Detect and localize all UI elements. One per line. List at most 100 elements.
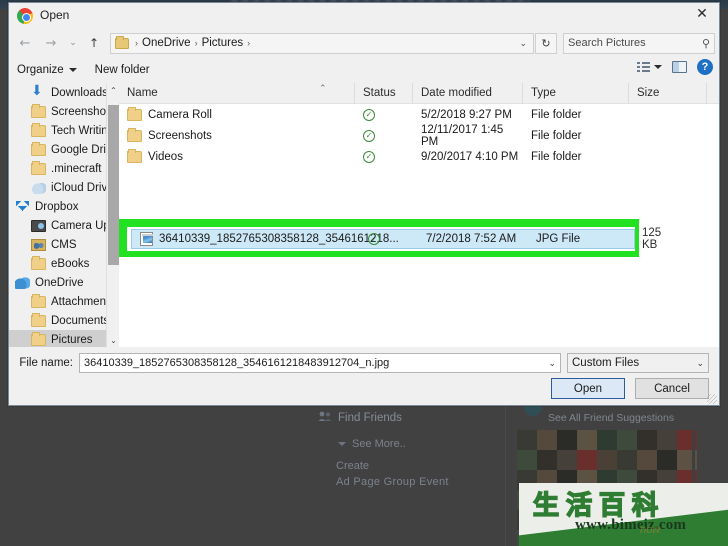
resize-grip[interactable] xyxy=(707,394,717,404)
watermark-ghost-text: now xyxy=(640,524,661,536)
photo-tile xyxy=(657,430,677,450)
photo-tile xyxy=(637,450,657,470)
dialog-body: Downloads📌⌃Screenshots📌Tech Writing📌Goog… xyxy=(9,82,719,347)
column-header-type[interactable]: Type xyxy=(523,82,629,104)
photo-tile xyxy=(557,450,577,470)
file-name-row: File name: 36410339_1852765308358128_354… xyxy=(19,353,709,373)
search-input-value: Search Pictures xyxy=(568,37,646,49)
table-row[interactable]: Camera Roll ✓ 5/2/2018 9:27 PM File folder xyxy=(119,104,719,125)
change-view-button[interactable] xyxy=(637,61,662,73)
up-one-level-icon[interactable]: ↑ xyxy=(83,32,105,54)
search-icon: ⚲ xyxy=(701,37,710,50)
file-type-dropdown-icon: ⌄ xyxy=(696,357,704,368)
folder-icon xyxy=(127,148,142,163)
cell-type: File folder xyxy=(531,129,582,142)
file-type-filter-select[interactable]: Custom Files ⌄ xyxy=(567,353,709,373)
sync-status-icon: ✓ xyxy=(363,129,375,142)
breadcrumb-separator-1: › xyxy=(194,38,198,48)
cell-type: File folder xyxy=(531,150,582,163)
column-header-size[interactable]: Size xyxy=(629,82,707,104)
navpane-item-pictures[interactable]: Pictures xyxy=(9,330,119,347)
navpane-item-minecraft[interactable]: .minecraft📌 xyxy=(9,159,119,178)
back-icon[interactable]: ← xyxy=(13,32,37,54)
dialog-footer: File name: 36410339_1852765308358128_354… xyxy=(9,347,719,405)
cancel-button[interactable]: Cancel xyxy=(635,378,709,399)
photo-tile xyxy=(577,430,597,450)
column-headers: Name Status Date modified Type Size xyxy=(119,82,719,104)
background-left-column: Find Friends See More.. Create Ad Page G… xyxy=(318,400,515,546)
table-row[interactable]: Videos ✓ 9/20/2017 4:10 PM File folder xyxy=(119,146,719,167)
friend-suggestions-link[interactable]: See All Friend Suggestions xyxy=(548,412,674,424)
folder-icon xyxy=(31,141,46,156)
folder-icon xyxy=(127,127,142,142)
column-header-status[interactable]: Status xyxy=(355,82,413,104)
photo-tile xyxy=(617,430,637,450)
table-row[interactable]: Screenshots ✓ 12/11/2017 1:45 PM File folde… xyxy=(119,124,719,148)
find-friends-link[interactable]: Find Friends xyxy=(338,412,402,424)
file-type-filter-value: Custom Files xyxy=(572,357,640,369)
folder-icon xyxy=(31,103,46,118)
sync-status-icon: ✓ xyxy=(368,233,380,245)
see-more-link[interactable]: See More.. xyxy=(352,438,406,450)
selected-file-row[interactable]: 36410339_1852765308358128_3546161218... ✓… xyxy=(131,227,661,251)
download-icon xyxy=(31,83,46,99)
navpane-scrollbar[interactable]: ⌃ ⌄ xyxy=(106,83,119,347)
navpane-item-dropbox[interactable]: Dropbox xyxy=(9,197,119,216)
breadcrumb-item-onedrive[interactable]: OneDrive xyxy=(142,37,191,49)
chevron-down-icon xyxy=(68,68,77,72)
breadcrumb-item-pictures[interactable]: Pictures xyxy=(202,37,244,49)
cell-date-modified: 9/20/2017 4:10 PM xyxy=(421,150,519,163)
recent-locations-icon[interactable]: ⌄ xyxy=(65,32,81,54)
folder-icon xyxy=(31,122,46,137)
navpane-item-onedrive[interactable]: OneDrive xyxy=(9,273,119,292)
navigation-pane-items: Downloads📌⌃Screenshots📌Tech Writing📌Goog… xyxy=(9,83,119,347)
photo-tile xyxy=(617,450,637,470)
organize-button[interactable]: Organize xyxy=(17,64,77,76)
open-button[interactable]: Open xyxy=(551,378,625,399)
scroll-down-icon[interactable]: ⌄ xyxy=(107,333,119,347)
create-links[interactable]: Ad Page Group Event xyxy=(336,476,449,488)
cell-status: ✓ xyxy=(355,108,413,121)
navpane-item-attachments[interactable]: Attachments xyxy=(9,292,119,311)
navpane-item-ebooks[interactable]: eBooks xyxy=(9,254,119,273)
navpane-item-downloads[interactable]: Downloads📌⌃ xyxy=(9,83,119,102)
close-icon[interactable]: ✕ xyxy=(685,3,719,25)
cell-date-modified: 7/2/2018 7:52 AM xyxy=(426,233,517,245)
navpane-item-icloud-drive[interactable]: iCloud Drive📌 xyxy=(9,178,119,197)
navpane-item-camera-uploads[interactable]: Camera Uploads xyxy=(9,216,119,235)
scroll-up-icon[interactable]: ⌃ xyxy=(107,83,119,97)
view-list-icon xyxy=(637,61,650,73)
navpane-item-cms[interactable]: CMS xyxy=(9,235,119,254)
scrollbar-thumb[interactable] xyxy=(108,105,119,265)
file-name-text: Videos xyxy=(148,150,183,163)
search-input[interactable]: Search Pictures ⚲ xyxy=(563,32,715,54)
navigation-bar: ← → ⌄ ↑ › OneDrive › Pictures › ⌄ ↻ Sear… xyxy=(9,29,719,57)
breadcrumb[interactable]: › OneDrive › Pictures › ⌄ xyxy=(110,32,534,54)
column-header-date-modified[interactable]: Date modified xyxy=(413,82,523,104)
file-name-dropdown-icon[interactable]: ⌄ xyxy=(544,358,556,369)
navpane-item-tech-writing[interactable]: Tech Writing📌 xyxy=(9,121,119,140)
photo-tile xyxy=(517,450,537,470)
file-name-text: Screenshots xyxy=(148,129,212,142)
forward-icon[interactable]: → xyxy=(39,32,63,54)
folder-icon xyxy=(31,160,46,175)
navigation-pane: Downloads📌⌃Screenshots📌Tech Writing📌Goog… xyxy=(9,83,119,347)
breadcrumb-dropdown-icon[interactable]: ⌄ xyxy=(519,38,529,49)
cell-status: ✓ xyxy=(360,233,418,245)
create-heading: Create xyxy=(336,460,370,472)
file-name-input[interactable]: 36410339_1852765308358128_35461612184839… xyxy=(79,353,561,373)
file-name-text: Camera Roll xyxy=(148,108,212,121)
preview-pane-icon[interactable] xyxy=(672,61,687,73)
help-icon[interactable]: ? xyxy=(697,59,713,75)
navpane-item-screenshots[interactable]: Screenshots📌 xyxy=(9,102,119,121)
navpane-item-google-drive[interactable]: Google Drive📌 xyxy=(9,140,119,159)
navpane-item-label: .minecraft xyxy=(51,162,102,175)
jpg-file-icon xyxy=(140,232,153,246)
navpane-item-documents[interactable]: Documents xyxy=(9,311,119,330)
onedrive-icon xyxy=(15,276,30,289)
dialog-title: Open xyxy=(40,8,70,22)
new-folder-button[interactable]: New folder xyxy=(95,64,150,76)
refresh-icon[interactable]: ↻ xyxy=(535,32,557,54)
cell-status: ✓ xyxy=(355,150,413,163)
cms-icon xyxy=(31,238,46,251)
